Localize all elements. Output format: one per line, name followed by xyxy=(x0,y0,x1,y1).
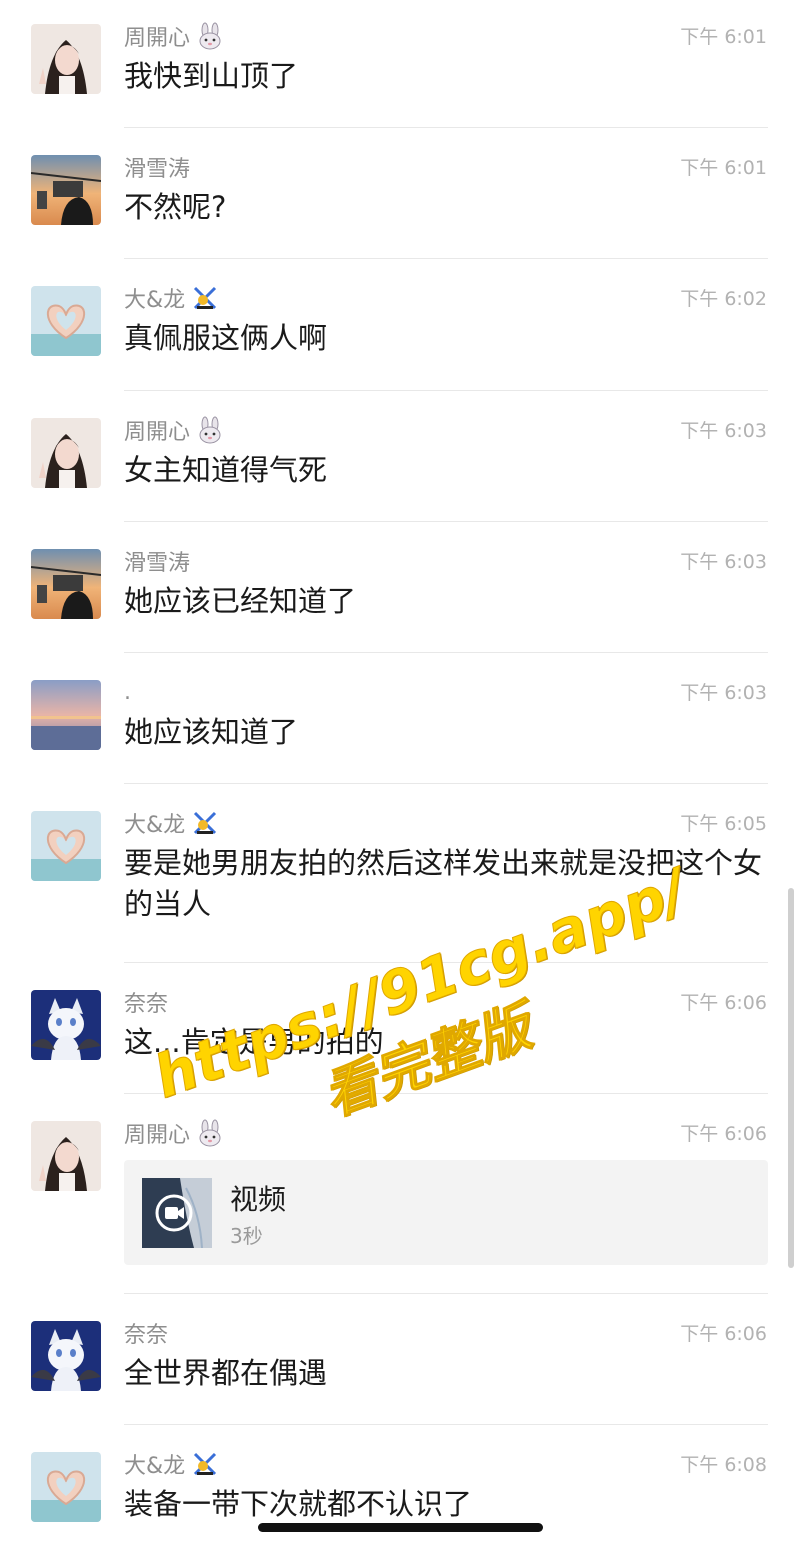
ski-icon xyxy=(191,1450,219,1478)
sender-name-text: 奈奈 xyxy=(124,1323,169,1348)
video-thumbnail[interactable] xyxy=(142,1178,212,1248)
rabbit-icon xyxy=(196,1119,224,1147)
sender-name: 滑雪涛 xyxy=(124,151,190,183)
divider xyxy=(124,962,768,963)
scrollbar[interactable] xyxy=(788,888,794,1268)
video-title: 视频 xyxy=(230,1183,287,1216)
message-text: 她应该已经知道了 xyxy=(124,584,357,618)
message-row[interactable]: 大&龙 下午 6:02 真佩服这俩人啊 xyxy=(0,262,800,394)
sender-name-text: 周開心 xyxy=(124,1123,191,1148)
sender-name-text: 滑雪涛 xyxy=(124,551,191,576)
divider xyxy=(124,1293,768,1294)
message-time: 下午 6:06 xyxy=(680,1323,767,1345)
message-text: 真佩服这俩人啊 xyxy=(124,321,328,355)
sender-name-text: 大&龙 xyxy=(124,288,186,313)
message-row[interactable]: 大&龙 下午 6:05 要是她男朋友拍的然后这样发出来就是没把这个女的当人 xyxy=(0,787,800,966)
avatar-girl[interactable] xyxy=(31,1121,101,1191)
avatar-heart-hands[interactable] xyxy=(31,286,101,356)
message-row[interactable]: 奈奈 下午 6:06 全世界都在偶遇 xyxy=(0,1297,800,1428)
divider xyxy=(124,127,768,128)
sender-name-text: 周開心 xyxy=(124,26,191,51)
divider xyxy=(124,783,768,784)
sender-name: 滑雪涛 xyxy=(124,545,190,577)
message-time: 下午 6:01 xyxy=(680,26,767,48)
message-time: 下午 6:05 xyxy=(680,813,767,835)
avatar-heart-hands[interactable] xyxy=(31,1452,101,1522)
divider xyxy=(124,390,768,391)
video-message-card[interactable]: 视频 3秒 xyxy=(124,1160,768,1265)
message-text: 要是她男朋友拍的然后这样发出来就是没把这个女的当人 xyxy=(124,846,763,921)
message-row[interactable]: 周開心 下午 6:03 女主知道得气死 xyxy=(0,394,800,525)
avatar-sunset[interactable] xyxy=(31,680,101,750)
video-duration: 3秒 xyxy=(230,1224,263,1248)
sender-name: 大&龙 xyxy=(124,1448,219,1480)
message-row[interactable]: 周開心 下午 6:01 我快到山顶了 xyxy=(0,0,800,131)
message-row[interactable]: 滑雪涛 下午 6:01 不然呢? xyxy=(0,131,800,262)
avatar-cat[interactable] xyxy=(31,990,101,1060)
message-row[interactable]: 周開心 下午 6:06 视频 3秒 xyxy=(0,1097,800,1297)
divider xyxy=(124,1093,768,1094)
rabbit-icon xyxy=(196,416,224,444)
avatar-cablecar[interactable] xyxy=(31,155,101,225)
message-row[interactable]: . 下午 6:03 她应该知道了 xyxy=(0,656,800,787)
sender-name: 奈奈 xyxy=(124,986,168,1018)
message-time: 下午 6:03 xyxy=(680,420,767,442)
message-row[interactable]: 滑雪涛 下午 6:03 她应该已经知道了 xyxy=(0,525,800,656)
ski-icon xyxy=(191,809,219,837)
home-indicator[interactable] xyxy=(258,1523,543,1532)
divider xyxy=(124,1424,768,1425)
message-text: 这...肯定是男的拍的 xyxy=(124,1025,384,1059)
sender-name-text: 滑雪涛 xyxy=(124,157,191,182)
message-time: 下午 6:01 xyxy=(680,157,767,179)
sender-name-text: . xyxy=(124,679,131,705)
message-text: 她应该知道了 xyxy=(124,715,299,749)
sender-name: 周開心 xyxy=(124,20,224,52)
sender-name: 大&龙 xyxy=(124,282,219,314)
sender-name-text: 周開心 xyxy=(124,420,191,445)
message-text: 装备一带下次就都不认识了 xyxy=(124,1487,473,1521)
rabbit-icon xyxy=(196,22,224,50)
divider xyxy=(124,521,768,522)
divider xyxy=(124,652,768,653)
sender-name-text: 大&龙 xyxy=(124,813,186,838)
sender-name: 周開心 xyxy=(124,414,224,446)
message-text: 全世界都在偶遇 xyxy=(124,1356,328,1390)
divider xyxy=(124,258,768,259)
sender-name: . xyxy=(124,676,131,708)
sender-name-text: 奈奈 xyxy=(124,992,169,1017)
sender-name: 大&龙 xyxy=(124,807,219,839)
message-time: 下午 6:06 xyxy=(680,1123,767,1145)
message-text: 不然呢? xyxy=(124,190,227,224)
message-time: 下午 6:08 xyxy=(680,1454,767,1476)
sender-name: 奈奈 xyxy=(124,1317,168,1349)
message-time: 下午 6:03 xyxy=(680,682,767,704)
avatar-cablecar[interactable] xyxy=(31,549,101,619)
message-time: 下午 6:03 xyxy=(680,551,767,573)
message-time: 下午 6:02 xyxy=(680,288,767,310)
ski-icon xyxy=(191,284,219,312)
message-time: 下午 6:06 xyxy=(680,992,767,1014)
sender-name-text: 大&龙 xyxy=(124,1454,186,1479)
avatar-girl[interactable] xyxy=(31,24,101,94)
avatar-cat[interactable] xyxy=(31,1321,101,1391)
sender-name: 周開心 xyxy=(124,1117,224,1149)
avatar-girl[interactable] xyxy=(31,418,101,488)
message-row[interactable]: 奈奈 下午 6:06 这...肯定是男的拍的 xyxy=(0,966,800,1097)
avatar-heart-hands[interactable] xyxy=(31,811,101,881)
message-text: 女主知道得气死 xyxy=(124,453,328,487)
message-text: 我快到山顶了 xyxy=(124,59,299,93)
